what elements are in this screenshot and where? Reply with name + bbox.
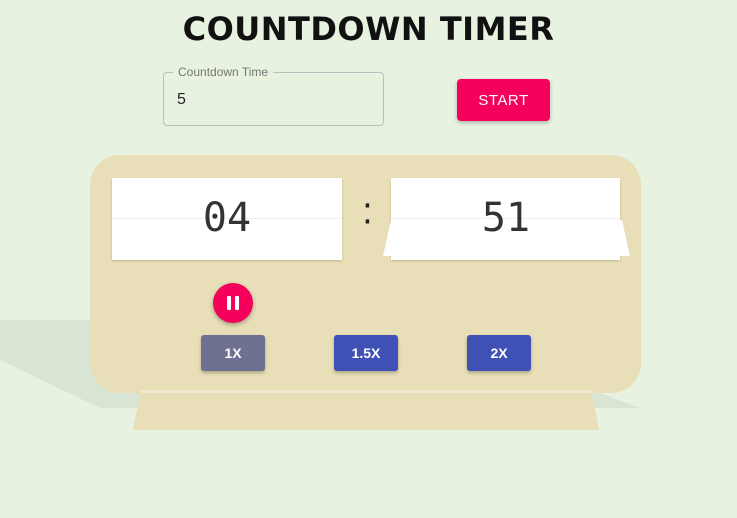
speed-1x-button[interactable]: 1X xyxy=(201,335,265,371)
countdown-time-label: Countdown Time xyxy=(173,65,274,79)
pause-button[interactable] xyxy=(213,283,253,323)
seconds-display: 51 xyxy=(481,195,531,241)
page-title: COUNTDOWN TIMER xyxy=(182,10,555,48)
countdown-time-input[interactable]: 5 xyxy=(177,91,186,109)
speed-2x-button[interactable]: 2X xyxy=(467,335,531,371)
clock-stand-edge xyxy=(141,390,591,393)
speed-1-5x-button[interactable]: 1.5X xyxy=(334,335,398,371)
countdown-time-field[interactable]: Countdown Time 5 xyxy=(163,65,384,126)
clock-stand xyxy=(133,390,599,430)
time-separator: · · xyxy=(359,189,376,238)
minutes-display: 04 xyxy=(202,195,252,241)
start-button[interactable]: START xyxy=(457,79,550,121)
